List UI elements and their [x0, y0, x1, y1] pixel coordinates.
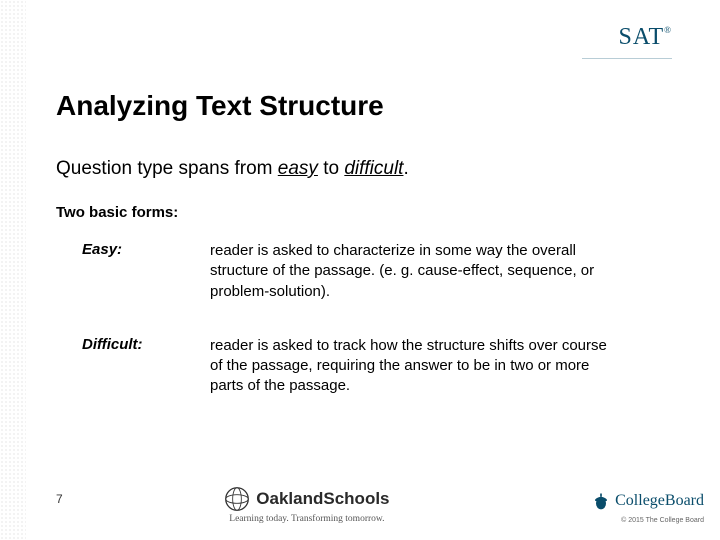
- copyright: © 2015 The College Board: [591, 517, 704, 524]
- right-footer: CollegeBoard © 2015 The College Board: [591, 491, 704, 524]
- sat-logo: SAT®: [618, 24, 672, 51]
- subtitle-part: Question type spans from: [56, 158, 278, 179]
- oakland-name: OaklandSchools: [256, 489, 389, 509]
- form-label-easy: Easy:: [82, 241, 210, 302]
- collegeboard-logo: CollegeBoard: [591, 491, 704, 511]
- form-label-difficult: Difficult:: [82, 336, 210, 397]
- oakland-icon: [224, 486, 250, 512]
- form-desc-difficult: reader is asked to track how the structu…: [210, 336, 610, 397]
- subtitle-part: .: [403, 158, 408, 179]
- footer: 7 OaklandSchools Learning today. Transfo…: [56, 486, 704, 524]
- sat-logo-text: SAT: [618, 24, 664, 50]
- form-row: Difficult: reader is asked to track how …: [56, 336, 672, 397]
- subtitle: Question type spans from easy to difficu…: [56, 158, 672, 180]
- collegeboard-text: CollegeBoard: [615, 492, 704, 510]
- oakland-logo-row: OaklandSchools: [23, 486, 591, 512]
- subtitle-part: to: [318, 158, 344, 179]
- slide-content: Analyzing Text Structure Question type s…: [56, 90, 672, 431]
- acorn-icon: [591, 491, 611, 511]
- decorative-dot-column: [0, 0, 26, 540]
- subtitle-difficult: difficult: [344, 158, 403, 179]
- subtitle-easy: easy: [278, 158, 318, 179]
- oakland-schools-logo: OaklandSchools Learning today. Transform…: [23, 486, 591, 524]
- form-row: Easy: reader is asked to characterize in…: [56, 241, 672, 302]
- oakland-tagline: Learning today. Transforming tomorrow.: [23, 514, 591, 524]
- form-desc-easy: reader is asked to characterize in some …: [210, 241, 610, 302]
- page-title: Analyzing Text Structure: [56, 90, 672, 122]
- forms-label: Two basic forms:: [56, 204, 672, 221]
- header-divider: [582, 58, 672, 59]
- registered-mark: ®: [664, 25, 672, 35]
